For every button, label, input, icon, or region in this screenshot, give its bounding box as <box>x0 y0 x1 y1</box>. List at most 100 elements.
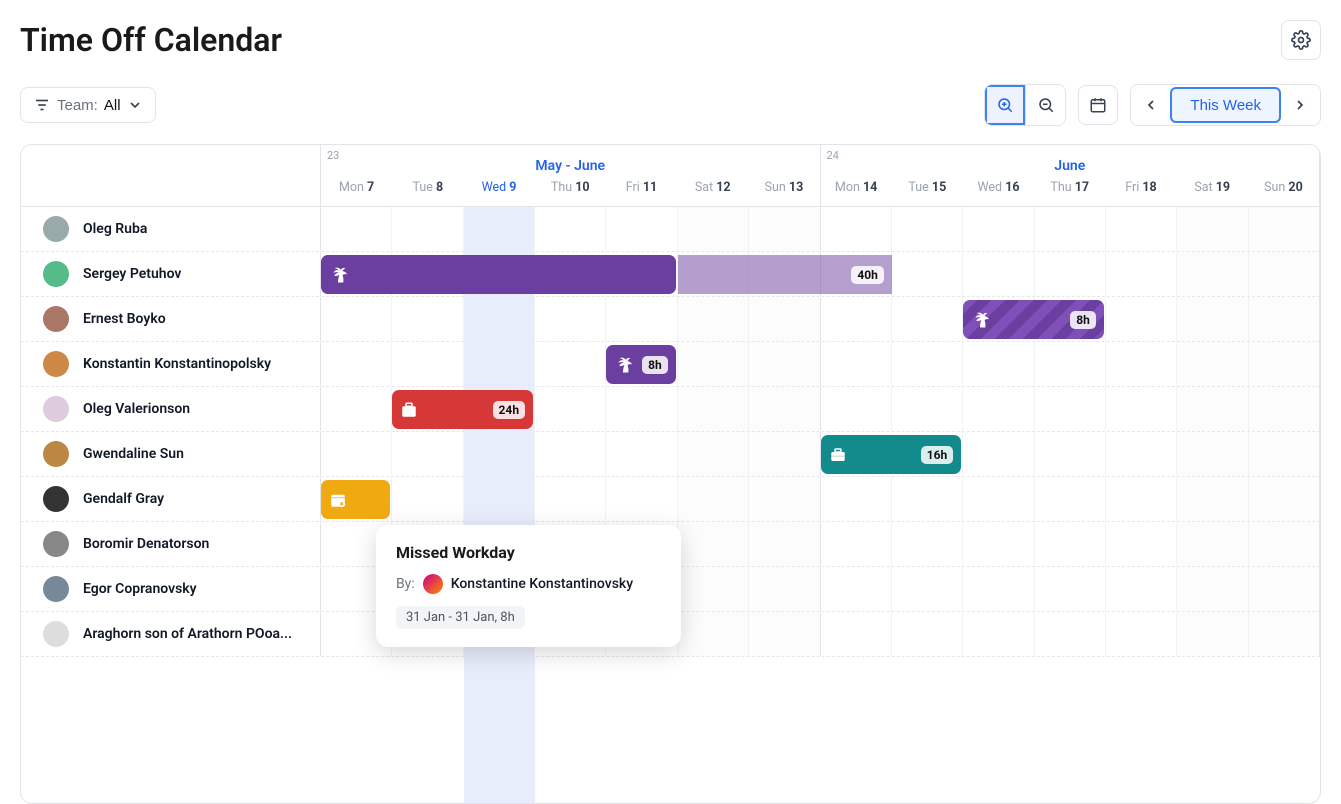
day-cell[interactable] <box>1035 567 1106 611</box>
day-cell[interactable] <box>392 297 463 341</box>
day-header[interactable]: Mon 7 <box>321 180 392 195</box>
day-cell[interactable] <box>535 477 606 521</box>
day-header[interactable]: Sun 13 <box>748 180 819 195</box>
day-cell[interactable] <box>1106 567 1177 611</box>
day-cell[interactable] <box>1177 207 1248 251</box>
day-cell[interactable] <box>321 342 392 386</box>
team-filter[interactable]: Team: All <box>20 87 156 123</box>
day-cell[interactable] <box>892 297 963 341</box>
this-week-button[interactable]: This Week <box>1170 87 1281 123</box>
day-cell[interactable] <box>392 342 463 386</box>
day-cell[interactable] <box>749 477 820 521</box>
day-cell[interactable] <box>892 342 963 386</box>
day-cell[interactable] <box>821 297 892 341</box>
day-cell[interactable] <box>1035 252 1106 296</box>
day-cell[interactable] <box>606 297 677 341</box>
day-cell[interactable] <box>535 342 606 386</box>
day-cell[interactable] <box>464 432 535 476</box>
timeoff-entry[interactable]: 8h <box>963 300 1104 339</box>
day-cell[interactable] <box>535 207 606 251</box>
day-cell[interactable] <box>678 297 749 341</box>
day-cell[interactable] <box>464 477 535 521</box>
day-cell[interactable] <box>606 207 677 251</box>
day-header[interactable]: Wed 9 <box>463 180 534 195</box>
day-cell[interactable] <box>821 207 892 251</box>
day-cell[interactable] <box>535 297 606 341</box>
day-header[interactable]: Fri 11 <box>606 180 677 195</box>
day-cell[interactable] <box>963 207 1034 251</box>
day-cell[interactable] <box>678 432 749 476</box>
day-cell[interactable] <box>749 567 820 611</box>
person-cell[interactable]: Oleg Valerionson <box>21 387 321 431</box>
day-cell[interactable] <box>392 432 463 476</box>
day-cell[interactable] <box>963 612 1034 656</box>
day-cell[interactable] <box>749 207 820 251</box>
day-cell[interactable] <box>749 522 820 566</box>
day-cell[interactable] <box>749 297 820 341</box>
prev-button[interactable] <box>1131 85 1171 125</box>
day-cell[interactable] <box>749 342 820 386</box>
day-cell[interactable] <box>1177 342 1248 386</box>
day-cell[interactable] <box>1035 207 1106 251</box>
person-cell[interactable]: Ernest Boyko <box>21 297 321 341</box>
day-cell[interactable] <box>1106 297 1177 341</box>
day-cell[interactable] <box>821 612 892 656</box>
day-cell[interactable] <box>821 477 892 521</box>
day-cell[interactable] <box>392 207 463 251</box>
day-cell[interactable] <box>963 567 1034 611</box>
day-cell[interactable] <box>1177 297 1248 341</box>
day-cell[interactable] <box>892 252 963 296</box>
day-cell[interactable] <box>749 432 820 476</box>
day-cell[interactable] <box>821 522 892 566</box>
day-cell[interactable] <box>678 207 749 251</box>
day-cell[interactable] <box>678 387 749 431</box>
day-header[interactable]: Sat 12 <box>677 180 748 195</box>
person-cell[interactable]: Egor Copranovsky <box>21 567 321 611</box>
day-cell[interactable] <box>1177 387 1248 431</box>
day-cell[interactable] <box>1035 522 1106 566</box>
day-header[interactable]: Wed 16 <box>963 180 1034 195</box>
day-cell[interactable] <box>464 297 535 341</box>
day-cell[interactable] <box>1177 567 1248 611</box>
day-header[interactable]: Tue 8 <box>392 180 463 195</box>
day-cell[interactable] <box>321 387 392 431</box>
person-cell[interactable]: Gwendaline Sun <box>21 432 321 476</box>
person-cell[interactable]: Gendalf Gray <box>21 477 321 521</box>
day-cell[interactable] <box>892 612 963 656</box>
day-cell[interactable] <box>1106 612 1177 656</box>
day-cell[interactable] <box>392 477 463 521</box>
day-header[interactable]: Sat 19 <box>1177 180 1248 195</box>
day-cell[interactable] <box>1106 432 1177 476</box>
day-cell[interactable] <box>1249 207 1320 251</box>
day-cell[interactable] <box>1106 522 1177 566</box>
day-header[interactable]: Sun 20 <box>1248 180 1319 195</box>
timeoff-entry[interactable] <box>321 255 676 294</box>
day-cell[interactable] <box>963 522 1034 566</box>
day-cell[interactable] <box>1177 252 1248 296</box>
day-cell[interactable] <box>749 387 820 431</box>
day-cell[interactable] <box>464 342 535 386</box>
day-cell[interactable] <box>1035 612 1106 656</box>
timeoff-entry[interactable]: 24h <box>392 390 533 429</box>
day-cell[interactable] <box>321 207 392 251</box>
day-cell[interactable] <box>892 387 963 431</box>
person-cell[interactable]: Araghorn son of Arathorn POoa... <box>21 612 321 656</box>
day-cell[interactable] <box>464 207 535 251</box>
day-cell[interactable] <box>892 567 963 611</box>
person-cell[interactable]: Oleg Ruba <box>21 207 321 251</box>
day-cell[interactable] <box>606 432 677 476</box>
day-cell[interactable] <box>606 477 677 521</box>
day-cell[interactable] <box>1249 387 1320 431</box>
timeoff-entry[interactable] <box>321 480 390 519</box>
day-cell[interactable] <box>1106 342 1177 386</box>
day-cell[interactable] <box>1106 477 1177 521</box>
day-cell[interactable] <box>1035 387 1106 431</box>
day-cell[interactable] <box>1249 297 1320 341</box>
timeoff-entry[interactable]: 8h <box>606 345 675 384</box>
day-cell[interactable] <box>535 432 606 476</box>
day-cell[interactable] <box>678 612 749 656</box>
day-cell[interactable] <box>1035 477 1106 521</box>
day-cell[interactable] <box>892 522 963 566</box>
settings-button[interactable] <box>1281 20 1321 60</box>
day-cell[interactable] <box>821 387 892 431</box>
